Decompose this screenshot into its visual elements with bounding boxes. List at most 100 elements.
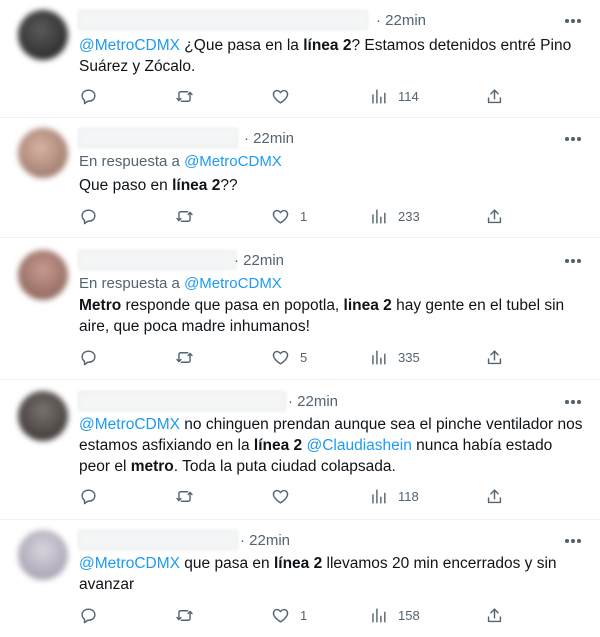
reply-icon — [79, 207, 98, 226]
mention-link[interactable]: @Claudiashein — [306, 437, 411, 454]
more-icon[interactable] — [562, 392, 584, 412]
view-count: 158 — [398, 607, 420, 623]
tweet-text-segment: que pasa en — [180, 555, 274, 572]
views-icon — [369, 87, 388, 106]
highlighted-keyword: línea 2 — [273, 555, 323, 572]
reply-context: En respuesta a @MetroCDMX — [79, 275, 282, 292]
avatar[interactable] — [18, 250, 68, 300]
like-button[interactable]: 1 — [271, 604, 307, 626]
tweet-actions: 5 335 — [0, 346, 600, 368]
avatar[interactable] — [18, 10, 68, 60]
tweet-text: Metro responde que pasa en popotla, line… — [79, 295, 584, 337]
mention-link[interactable]: @MetroCDMX — [79, 416, 180, 433]
views-button[interactable]: 335 — [369, 346, 420, 368]
tweet-actions: 1 158 — [0, 604, 600, 626]
reply-context-label: En respuesta a — [79, 153, 185, 170]
tweet-text: @MetroCDMX no chinguen prendan aunque se… — [79, 414, 584, 477]
retweet-button[interactable] — [175, 604, 194, 626]
tweet-time[interactable]: · 22min — [240, 532, 290, 549]
more-icon[interactable] — [562, 11, 584, 31]
reply-button[interactable] — [79, 346, 98, 368]
tweet-text: Que paso en línea 2?? — [79, 175, 584, 196]
tweet-actions: 118 — [0, 485, 600, 507]
more-icon[interactable] — [562, 251, 584, 271]
avatar[interactable] — [18, 128, 68, 178]
reply-button[interactable] — [79, 604, 98, 626]
share-icon — [485, 348, 504, 367]
avatar[interactable] — [18, 391, 68, 441]
like-button[interactable]: 5 — [271, 346, 307, 368]
highlighted-keyword: línea 2 — [172, 177, 221, 194]
reply-context: En respuesta a @MetroCDMX — [79, 153, 282, 170]
tweet-time[interactable]: · 22min — [376, 12, 426, 29]
tweet-text-segment: . Toda la puta ciudad colapsada. — [173, 458, 396, 475]
retweet-icon — [175, 487, 194, 506]
tweet-actions: 114 — [0, 85, 600, 107]
tweet-text-segment: ¿Que pasa en la — [180, 37, 304, 54]
share-button[interactable] — [485, 205, 504, 227]
retweet-icon — [175, 87, 194, 106]
reply-to-mention[interactable]: @MetroCDMX — [184, 153, 282, 170]
retweet-icon — [175, 348, 194, 367]
views-button[interactable]: 118 — [369, 485, 419, 507]
tweet-time[interactable]: · 22min — [234, 252, 284, 269]
share-button[interactable] — [485, 604, 504, 626]
more-icon[interactable] — [562, 129, 584, 149]
more-icon[interactable] — [562, 531, 584, 551]
highlighted-keyword: metro — [130, 458, 174, 475]
highlighted-keyword: línea 2 — [303, 37, 352, 54]
tweet[interactable]: · 22min @MetroCDMX no chinguen prendan a… — [0, 380, 600, 520]
retweet-button[interactable] — [175, 346, 194, 368]
mention-link[interactable]: @MetroCDMX — [79, 555, 180, 572]
views-button[interactable]: 114 — [369, 85, 419, 107]
author-name-redacted — [78, 530, 238, 550]
share-icon — [485, 87, 504, 106]
like-count: 1 — [300, 208, 308, 224]
view-count: 118 — [398, 488, 419, 504]
tweet[interactable]: · 22min @MetroCDMX que pasa en línea 2 l… — [0, 520, 600, 637]
heart-icon — [271, 207, 290, 226]
reply-button[interactable] — [79, 485, 98, 507]
like-button[interactable] — [271, 85, 300, 107]
like-count: 5 — [300, 349, 308, 365]
tweet-time[interactable]: · 22min — [244, 130, 294, 147]
share-button[interactable] — [485, 346, 504, 368]
share-icon — [485, 606, 504, 625]
highlighted-keyword: línea 2 — [253, 437, 303, 454]
heart-icon — [271, 606, 290, 625]
tweet-time[interactable]: · 22min — [288, 393, 338, 410]
avatar[interactable] — [18, 530, 68, 580]
share-icon — [485, 207, 504, 226]
like-button[interactable] — [271, 485, 300, 507]
reply-button[interactable] — [79, 205, 98, 227]
reply-button[interactable] — [79, 85, 98, 107]
view-count: 233 — [398, 208, 420, 224]
share-icon — [485, 487, 504, 506]
views-button[interactable]: 233 — [369, 205, 420, 227]
heart-icon — [271, 487, 290, 506]
tweet[interactable]: · 22min En respuesta a @MetroCDMX Que pa… — [0, 118, 600, 238]
reply-icon — [79, 87, 98, 106]
tweet[interactable]: · 22min En respuesta a @MetroCDMX Metro … — [0, 238, 600, 380]
reply-icon — [79, 487, 98, 506]
tweet-text-segment: ?? — [220, 177, 238, 194]
reply-to-mention[interactable]: @MetroCDMX — [184, 275, 282, 292]
tweet[interactable]: · 22min @MetroCDMX ¿Que pasa en la línea… — [0, 0, 600, 118]
retweet-icon — [175, 606, 194, 625]
tweet-text-segment: Que paso en — [79, 177, 173, 194]
retweet-button[interactable] — [175, 485, 194, 507]
retweet-button[interactable] — [175, 85, 194, 107]
share-button[interactable] — [485, 85, 504, 107]
author-name-redacted — [78, 391, 286, 411]
like-button[interactable]: 1 — [271, 205, 307, 227]
share-button[interactable] — [485, 485, 504, 507]
highlighted-keyword: linea 2 — [343, 297, 392, 314]
like-count: 1 — [300, 607, 308, 623]
author-name-redacted — [78, 10, 368, 30]
views-button[interactable]: 158 — [369, 604, 420, 626]
mention-link[interactable]: @MetroCDMX — [79, 37, 180, 54]
retweet-button[interactable] — [175, 205, 194, 227]
author-name-redacted — [78, 128, 238, 148]
tweet-text: @MetroCDMX ¿Que pasa en la línea 2? Esta… — [79, 35, 584, 77]
heart-icon — [271, 87, 290, 106]
